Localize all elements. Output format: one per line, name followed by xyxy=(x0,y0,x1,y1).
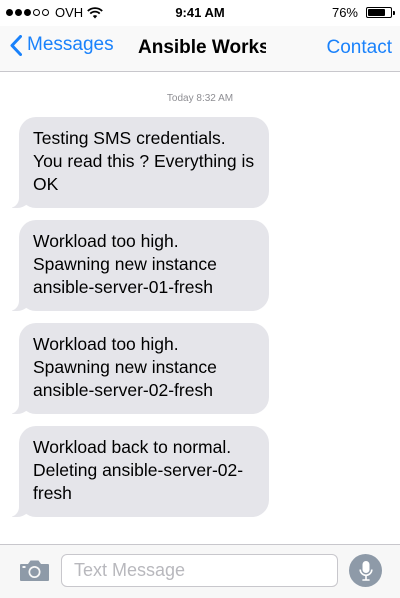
message-input[interactable] xyxy=(61,554,338,587)
incoming-message-bubble[interactable]: Workload too high. Spawning new instance… xyxy=(9,220,269,311)
battery-icon xyxy=(366,7,395,18)
chevron-left-icon xyxy=(10,34,22,56)
back-button[interactable]: Messages xyxy=(10,34,114,56)
conversation-title: Ansible Works xyxy=(138,37,266,58)
back-button-label: Messages xyxy=(27,34,114,55)
battery-percent: 76% xyxy=(331,5,358,20)
incoming-message-bubble[interactable]: Workload too high. Spawning new instance… xyxy=(9,323,269,414)
message-thread: Testing SMS credentials. You read this ?… xyxy=(9,117,269,529)
camera-icon[interactable] xyxy=(19,559,50,587)
message-text: Testing SMS credentials. You read this ?… xyxy=(33,128,255,194)
contact-button[interactable]: Contact xyxy=(327,37,392,59)
battery-fill xyxy=(368,9,385,16)
status-bar: OVH 9:41 AM 76% xyxy=(0,0,400,26)
message-text: Workload back to normal. Deleting ansibl… xyxy=(33,437,244,503)
navigation-bar: Messages Ansible Works Contact xyxy=(0,26,400,72)
message-text: Workload too high. Spawning new instance… xyxy=(33,334,217,400)
message-text: Workload too high. Spawning new instance… xyxy=(33,231,217,297)
microphone-icon[interactable] xyxy=(349,554,382,587)
message-composer xyxy=(0,544,400,598)
message-timestamp: Today 8:32 AM xyxy=(166,93,234,104)
incoming-message-bubble[interactable]: Workload back to normal. Deleting ansibl… xyxy=(9,426,269,517)
incoming-message-bubble[interactable]: Testing SMS credentials. You read this ?… xyxy=(9,117,269,208)
battery-nub xyxy=(393,11,395,15)
